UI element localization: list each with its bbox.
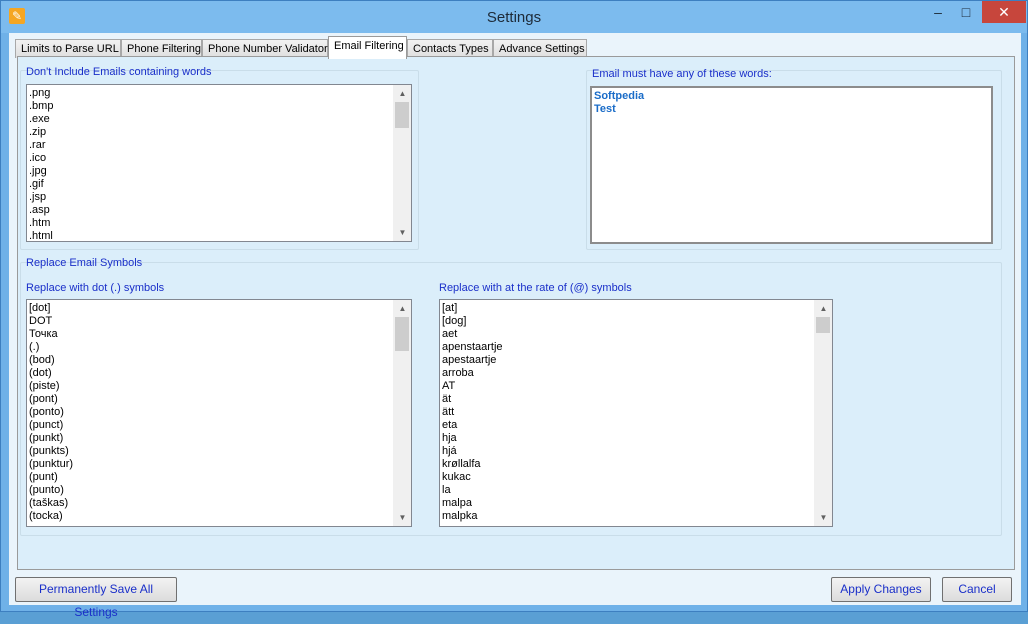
list-item[interactable]: [at]	[442, 302, 832, 315]
scroll-down-icon[interactable]: ▼	[394, 224, 411, 241]
list-item[interactable]: .rar	[29, 139, 411, 152]
scrollbar[interactable]: ▲ ▼	[393, 300, 411, 526]
scroll-up-icon[interactable]: ▲	[394, 300, 411, 317]
list-item[interactable]: kukac	[442, 471, 832, 484]
cancel-button[interactable]: Cancel	[942, 577, 1012, 602]
list-item[interactable]: krøllalfa	[442, 458, 832, 471]
exclude-words-label: Don't Include Emails containing words	[26, 66, 212, 78]
replace-at-label: Replace with at the rate of (@) symbols	[439, 282, 632, 294]
scroll-down-icon[interactable]: ▼	[394, 509, 411, 526]
list-item[interactable]: .ico	[29, 152, 411, 165]
list-item[interactable]: .asp	[29, 204, 411, 217]
save-all-settings-button[interactable]: Permanently Save All Settings	[15, 577, 177, 619]
scroll-thumb[interactable]	[395, 102, 409, 128]
list-item[interactable]: (punct)	[29, 419, 411, 432]
list-item[interactable]: .zip	[29, 126, 411, 139]
replace-symbols-label: Replace Email Symbols	[26, 257, 143, 269]
list-item[interactable]: .html	[29, 230, 411, 241]
maximize-button[interactable]: □	[953, 1, 979, 23]
list-item[interactable]: arroba	[442, 367, 832, 380]
scroll-thumb[interactable]	[816, 317, 830, 333]
list-item[interactable]: (dot)	[29, 367, 411, 380]
exclude-words-list[interactable]: .png .bmp .exe .zip .rar .ico .jpg .gif .jsp .asp…	[26, 84, 412, 242]
list-item[interactable]: .jpg	[29, 165, 411, 178]
list-item[interactable]: .exe	[29, 113, 411, 126]
list-item[interactable]: .gif	[29, 178, 411, 191]
list-item[interactable]: ät	[442, 393, 832, 406]
list-item[interactable]: .png	[29, 87, 411, 100]
title-bar[interactable]: ✎ Settings – □ ✕	[1, 1, 1027, 33]
list-item[interactable]: .htm	[29, 217, 411, 230]
replace-dot-label: Replace with dot (.) symbols	[26, 282, 165, 294]
list-item[interactable]: (piste)	[29, 380, 411, 393]
replace-dot-list[interactable]: [dot] DOT Точка (.) (bod) (dot) (piste) (pont…	[26, 299, 412, 527]
list-item[interactable]: aet	[442, 328, 832, 341]
list-item[interactable]: (bod)	[29, 354, 411, 367]
email-filtering-page: Don't Include Emails containing words .p…	[17, 56, 1015, 570]
list-item[interactable]: la	[442, 484, 832, 497]
scrollbar[interactable]: ▲ ▼	[393, 85, 411, 241]
list-item[interactable]: malpka	[442, 510, 832, 523]
scroll-down-icon[interactable]: ▼	[815, 509, 832, 526]
window-title: Settings	[486, 9, 542, 26]
list-item[interactable]: malpa	[442, 497, 832, 510]
close-button[interactable]: ✕	[982, 1, 1026, 23]
required-words-label: Email must have any of these words:	[592, 68, 772, 80]
tab-email-filtering[interactable]: Email Filtering	[328, 36, 407, 59]
list-item[interactable]: eta	[442, 419, 832, 432]
settings-window: ✎ Settings – □ ✕ Limits to Parse URL Pho…	[0, 0, 1028, 619]
list-item[interactable]: Точка	[29, 328, 411, 341]
list-item[interactable]: (punkts)	[29, 445, 411, 458]
list-item[interactable]: Softpedia	[594, 90, 991, 103]
list-item[interactable]: (taškas)	[29, 497, 411, 510]
list-item[interactable]: DOT	[29, 315, 411, 328]
list-item[interactable]: (punktur)	[29, 458, 411, 471]
scroll-thumb[interactable]	[395, 317, 409, 351]
list-item[interactable]: apestaartje	[442, 354, 832, 367]
required-words-list[interactable]: Softpedia Test	[590, 86, 993, 244]
list-item[interactable]: hja	[442, 432, 832, 445]
list-item[interactable]: Test	[594, 103, 991, 116]
replace-at-list[interactable]: [at] [dog] aet apenstaartje apestaartje arrob…	[439, 299, 833, 527]
list-item[interactable]: AT	[442, 380, 832, 393]
list-item[interactable]: (ponto)	[29, 406, 411, 419]
list-item[interactable]: [dog]	[442, 315, 832, 328]
scroll-up-icon[interactable]: ▲	[394, 85, 411, 102]
list-item[interactable]: ätt	[442, 406, 832, 419]
list-item[interactable]: (pont)	[29, 393, 411, 406]
list-item[interactable]: (tocka)	[29, 510, 411, 523]
scroll-up-icon[interactable]: ▲	[815, 300, 832, 317]
scrollbar[interactable]: ▲ ▼	[814, 300, 832, 526]
apply-changes-button[interactable]: Apply Changes	[831, 577, 931, 602]
minimize-button[interactable]: –	[923, 1, 953, 23]
list-item[interactable]: (.)	[29, 341, 411, 354]
list-item[interactable]: (punt)	[29, 471, 411, 484]
list-item[interactable]: (punkt)	[29, 432, 411, 445]
list-item[interactable]: (punto)	[29, 484, 411, 497]
list-item[interactable]: [dot]	[29, 302, 411, 315]
dialog-body: Limits to Parse URL Phone Filtering Phon…	[9, 33, 1021, 619]
list-item[interactable]: .bmp	[29, 100, 411, 113]
list-item[interactable]: hjá	[442, 445, 832, 458]
list-item[interactable]: apenstaartje	[442, 341, 832, 354]
list-item[interactable]: .jsp	[29, 191, 411, 204]
